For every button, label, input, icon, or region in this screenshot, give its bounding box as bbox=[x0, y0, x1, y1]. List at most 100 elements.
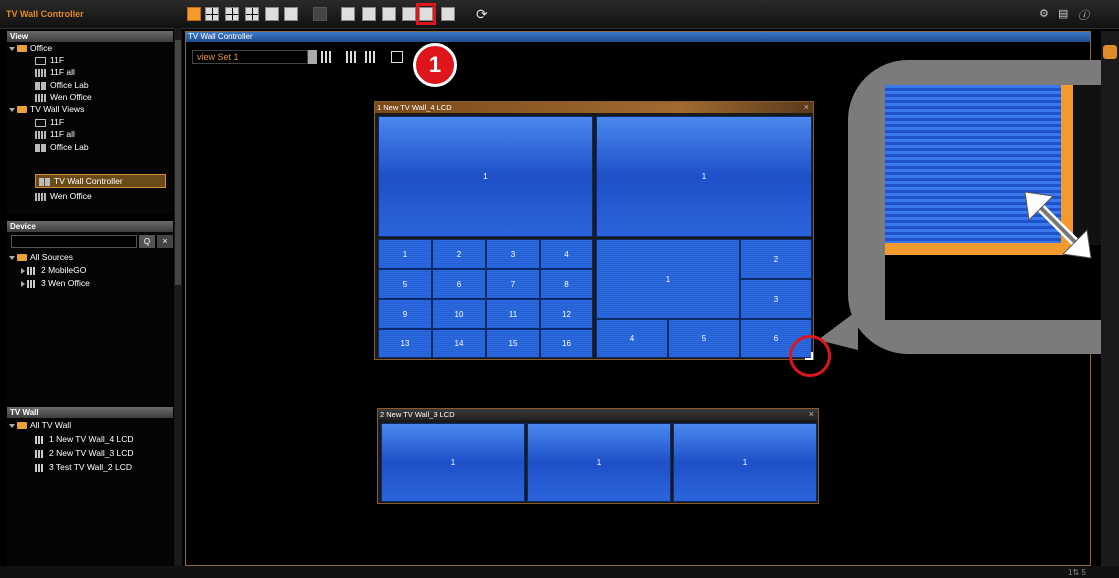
document-icon[interactable]: ▤ bbox=[1058, 7, 1068, 20]
monitor-cell[interactable]: 5 bbox=[668, 319, 740, 358]
monitor-cell[interactable]: 4 bbox=[596, 319, 668, 358]
folder-icon bbox=[17, 45, 27, 53]
clear-search-button[interactable]: × bbox=[157, 235, 173, 248]
rename-wall-icon[interactable] bbox=[402, 7, 416, 21]
folder-icon bbox=[17, 422, 27, 430]
main-title-bar: TV Wall Controller bbox=[186, 32, 1090, 42]
custom-layout-icon[interactable] bbox=[265, 7, 279, 21]
tree-item-11f-all[interactable]: 11F all bbox=[35, 66, 75, 78]
monitor-cell[interactable]: 7 bbox=[486, 269, 540, 299]
tv-wall-window[interactable]: 2 New TV Wall_3 LCD × 1 1 1 bbox=[377, 408, 819, 504]
layout-4x4-icon[interactable] bbox=[245, 7, 259, 21]
monitor-cell[interactable]: 12 bbox=[540, 299, 593, 329]
monitor-cell[interactable]: 1 bbox=[527, 423, 671, 502]
single-layout-icon[interactable] bbox=[187, 7, 201, 21]
tree-item-tv-wall[interactable]: 1 New TV Wall_4 LCD bbox=[35, 433, 134, 445]
monitor-cell[interactable]: 10 bbox=[432, 299, 486, 329]
tree-item-all-tv-wall[interactable]: All TV Wall bbox=[9, 419, 71, 431]
tv-wall-title-bar[interactable]: 2 New TV Wall_3 LCD × bbox=[378, 409, 818, 420]
tree-item-wen-office[interactable]: Wen Office bbox=[35, 190, 92, 202]
close-icon[interactable]: × bbox=[809, 409, 814, 420]
tvwall-tree: All TV Wall 1 New TV Wall_4 LCD 2 New TV… bbox=[7, 418, 173, 566]
monitor-cell[interactable]: 3 bbox=[740, 279, 812, 319]
monitor-cell[interactable]: 14 bbox=[432, 329, 486, 358]
tree-item-11f[interactable]: 11F bbox=[35, 116, 64, 128]
edit-wall-icon[interactable] bbox=[341, 7, 355, 21]
eye-icon[interactable] bbox=[1103, 45, 1117, 59]
load-view-icon[interactable] bbox=[321, 51, 333, 63]
wall-settings-icon[interactable] bbox=[441, 7, 455, 21]
tree-item-11f[interactable]: 11F bbox=[35, 54, 64, 66]
multi-screen-icon bbox=[35, 68, 46, 77]
delete-wall-icon[interactable] bbox=[382, 7, 396, 21]
layout-2x2-icon[interactable] bbox=[205, 7, 219, 21]
tv-wall-icon bbox=[35, 435, 44, 444]
tree-item-tv-wall-controller[interactable]: TV Wall Controller bbox=[39, 175, 123, 187]
monitor-cell[interactable]: 1 bbox=[378, 239, 432, 269]
multi-screen-icon bbox=[35, 130, 46, 139]
close-icon[interactable]: × bbox=[804, 102, 809, 113]
custom-screen-icon bbox=[39, 177, 50, 186]
monitor-cell[interactable]: 4 bbox=[540, 239, 593, 269]
tv-wall-window[interactable]: 1 New TV Wall_4 LCD × 1 1 1 2 3 4 5 6 7 8… bbox=[374, 101, 814, 360]
single-screen-icon bbox=[35, 118, 46, 127]
monitor-cell[interactable]: 1 bbox=[378, 116, 593, 237]
dropdown-arrow-icon[interactable] bbox=[308, 50, 317, 64]
tree-item-tv-wall-views[interactable]: TV Wall Views bbox=[9, 103, 84, 115]
collapse-arrow-icon[interactable] bbox=[21, 267, 25, 274]
top-toolbar bbox=[0, 0, 1119, 29]
disabled-tool-icon bbox=[313, 7, 327, 21]
add-wall-icon[interactable] bbox=[362, 7, 376, 21]
monitor-cell[interactable]: 1 bbox=[596, 239, 740, 319]
tree-item-device[interactable]: 3 Wen Office bbox=[21, 277, 90, 289]
expand-arrow-icon[interactable] bbox=[9, 423, 15, 428]
tree-item-device[interactable]: 2 MobileGO bbox=[21, 264, 86, 276]
grid-screen-icon bbox=[35, 143, 46, 152]
folder-icon bbox=[17, 106, 27, 114]
resize-handle-highlight bbox=[789, 335, 831, 377]
layout-3x3-icon[interactable] bbox=[225, 7, 239, 21]
expand-arrow-icon[interactable] bbox=[9, 46, 15, 51]
monitor-cell[interactable]: 1 bbox=[596, 116, 812, 237]
monitor-cell[interactable]: 6 bbox=[432, 269, 486, 299]
expand-arrow-icon[interactable] bbox=[9, 107, 15, 112]
status-bar bbox=[0, 566, 1119, 578]
tree-item-office[interactable]: Office bbox=[9, 42, 52, 54]
tree-item-tv-wall[interactable]: 3 Test TV Wall_2 LCD bbox=[35, 461, 132, 473]
clear-view-icon[interactable] bbox=[391, 51, 403, 63]
monitor-cell[interactable]: 1 bbox=[673, 423, 817, 502]
left-panel-scroll-thumb[interactable] bbox=[175, 40, 181, 285]
device-icon bbox=[27, 279, 36, 288]
monitor-cell[interactable]: 11 bbox=[486, 299, 540, 329]
tv-wall-title-bar[interactable]: 1 New TV Wall_4 LCD × bbox=[375, 102, 813, 113]
monitor-cell[interactable]: 2 bbox=[432, 239, 486, 269]
tree-item-office-lab[interactable]: Office Lab bbox=[35, 79, 89, 91]
refresh-icon[interactable]: ⟳ bbox=[476, 6, 488, 23]
device-tree: Q × All Sources 2 MobileGO 3 Wen Office bbox=[7, 232, 173, 404]
monitor-cell[interactable]: 5 bbox=[378, 269, 432, 299]
monitor-cell[interactable]: 16 bbox=[540, 329, 593, 358]
zoom-detail bbox=[885, 85, 1119, 320]
device-search-input[interactable] bbox=[11, 235, 137, 248]
add-view-icon[interactable] bbox=[346, 51, 358, 63]
info-icon[interactable]: ⓘ bbox=[1078, 7, 1089, 23]
save-view-icon[interactable] bbox=[365, 51, 377, 63]
tree-item-11f-all[interactable]: 11F all bbox=[35, 128, 75, 140]
tree-item-tv-wall[interactable]: 2 New TV Wall_3 LCD bbox=[35, 447, 134, 459]
monitor-cell[interactable]: 13 bbox=[378, 329, 432, 358]
collapse-arrow-icon[interactable] bbox=[21, 280, 25, 287]
monitor-cell[interactable]: 3 bbox=[486, 239, 540, 269]
tree-item-all-sources[interactable]: All Sources bbox=[9, 251, 73, 263]
monitor-cell[interactable]: 15 bbox=[486, 329, 540, 358]
tree-item-office-lab[interactable]: Office Lab bbox=[35, 141, 89, 153]
expand-arrow-icon[interactable] bbox=[9, 255, 15, 260]
search-button[interactable]: Q bbox=[139, 235, 155, 248]
monitor-cell[interactable]: 2 bbox=[740, 239, 812, 279]
window-layout-icon[interactable] bbox=[284, 7, 298, 21]
view-set-select[interactable]: view Set 1 bbox=[192, 50, 308, 64]
tree-item-wen-office[interactable]: Wen Office bbox=[35, 91, 92, 103]
monitor-cell[interactable]: 8 bbox=[540, 269, 593, 299]
gear-icon[interactable]: ⚙ bbox=[1039, 7, 1049, 20]
monitor-cell[interactable]: 9 bbox=[378, 299, 432, 329]
monitor-cell[interactable]: 1 bbox=[381, 423, 525, 502]
